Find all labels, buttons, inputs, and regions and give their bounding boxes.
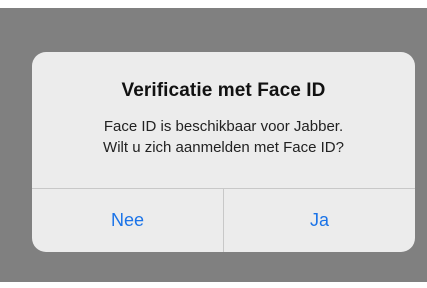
alert-message: Face ID is beschikbaar voor Jabber. Wilt… — [32, 116, 415, 158]
alert-title: Verificatie met Face ID — [121, 80, 326, 101]
alert-actions: Nee Ja — [32, 189, 415, 252]
no-button[interactable]: Nee — [32, 189, 223, 252]
face-id-alert-dialog: Verificatie met Face ID Face ID is besch… — [32, 52, 415, 252]
yes-button[interactable]: Ja — [224, 189, 415, 252]
status-area — [0, 0, 427, 8]
alert-message-line-1: Face ID is beschikbaar voor Jabber. — [103, 118, 344, 135]
alert-message-line-2: Wilt u zich aanmelden met Face ID? — [103, 139, 344, 156]
bottom-edge — [0, 282, 427, 288]
alert-content: Verificatie met Face ID Face ID is besch… — [32, 52, 415, 188]
